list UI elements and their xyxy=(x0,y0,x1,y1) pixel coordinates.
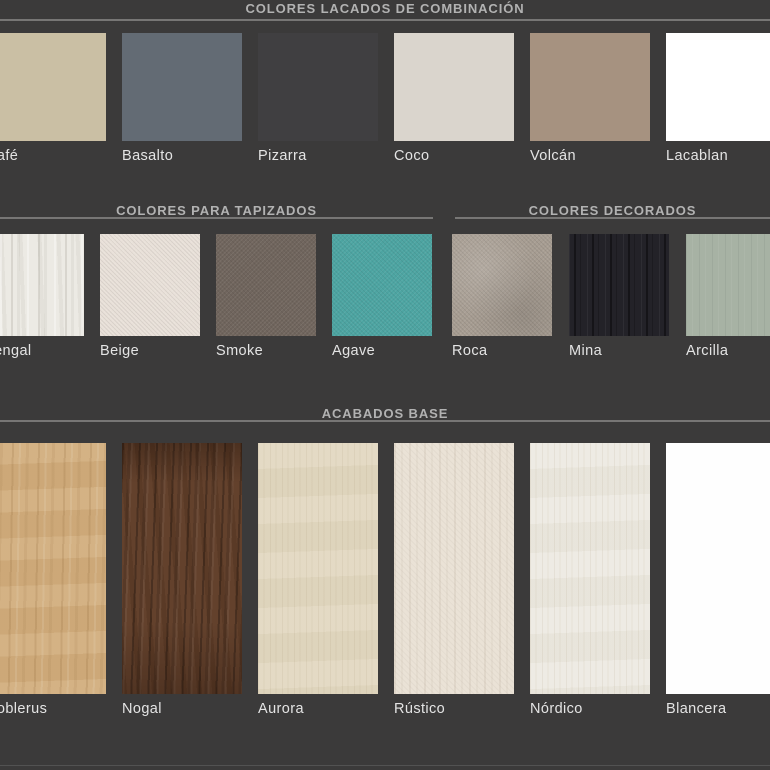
swatch-agave: Agave xyxy=(332,234,432,359)
swatch-label-pizarra: Pizarra xyxy=(258,148,378,164)
swatch-basalto: Basalto xyxy=(122,33,242,164)
swatch-bengal: Bengal xyxy=(0,234,84,359)
swatch-label-roblerus: Roblerus xyxy=(0,701,106,717)
swatch-tile-nogal xyxy=(122,443,242,694)
swatch-tile-cafe xyxy=(0,33,106,141)
swatch-label-nordico: Nórdico xyxy=(530,701,650,717)
swatch-coco: Coco xyxy=(394,33,514,164)
divider-decorados xyxy=(455,217,770,219)
swatch-roblerus: Roblerus xyxy=(0,443,106,717)
swatch-row-lacados: Café Basalto Pizarra Coco Volcán Lacabla… xyxy=(0,33,770,164)
swatch-label-blancera: Blancera xyxy=(666,701,770,717)
swatch-label-beige: Beige xyxy=(100,343,200,359)
swatch-label-cafe: Café xyxy=(0,148,106,164)
swatch-row-tapizados: Bengal Beige Smoke Agave xyxy=(0,234,432,359)
swatch-blancera: Blancera xyxy=(666,443,770,717)
swatch-tile-nordico xyxy=(530,443,650,694)
catalog-page: COLORES LACADOS DE COMBINACIÓN Café Basa… xyxy=(0,0,770,770)
section-title-acabados: ACABADOS BASE xyxy=(0,406,770,421)
swatch-volcan: Volcán xyxy=(530,33,650,164)
swatch-tile-blancera xyxy=(666,443,770,694)
divider-lacados xyxy=(0,19,770,21)
swatch-rustico: Rústico xyxy=(394,443,514,717)
swatch-label-volcan: Volcán xyxy=(530,148,650,164)
swatch-aurora: Aurora xyxy=(258,443,378,717)
swatch-tile-beige xyxy=(100,234,200,336)
swatch-tile-rustico xyxy=(394,443,514,694)
section-title-tapizados: COLORES PARA TAPIZADOS xyxy=(0,203,433,218)
swatch-tile-arcilla xyxy=(686,234,770,336)
swatch-tile-volcan xyxy=(530,33,650,141)
swatch-label-agave: Agave xyxy=(332,343,432,359)
swatch-label-basalto: Basalto xyxy=(122,148,242,164)
swatch-tile-agave xyxy=(332,234,432,336)
swatch-tile-bengal xyxy=(0,234,84,336)
divider-tapizados xyxy=(0,217,433,219)
swatch-mina: Mina xyxy=(569,234,669,359)
swatch-label-lacablan: Lacablan xyxy=(666,148,770,164)
swatch-label-aurora: Aurora xyxy=(258,701,378,717)
swatch-label-rustico: Rústico xyxy=(394,701,514,717)
swatch-tile-basalto xyxy=(122,33,242,141)
swatch-beige: Beige xyxy=(100,234,200,359)
swatch-row-acabados: Roblerus Nogal Aurora Rústico Nórdico Bl… xyxy=(0,443,770,717)
swatch-lacablan: Lacablan xyxy=(666,33,770,164)
swatch-nogal: Nogal xyxy=(122,443,242,717)
swatch-pizarra: Pizarra xyxy=(258,33,378,164)
swatch-tile-lacablan xyxy=(666,33,770,141)
swatch-nordico: Nórdico xyxy=(530,443,650,717)
divider-acabados xyxy=(0,420,770,422)
swatch-tile-roca xyxy=(452,234,552,336)
swatch-tile-aurora xyxy=(258,443,378,694)
swatch-label-nogal: Nogal xyxy=(122,701,242,717)
swatch-tile-coco xyxy=(394,33,514,141)
section-title-decorados: COLORES DECORADOS xyxy=(455,203,770,218)
section-title-lacados: COLORES LACADOS DE COMBINACIÓN xyxy=(0,1,770,16)
swatch-arcilla: Arcilla xyxy=(686,234,770,359)
bottom-divider xyxy=(0,765,770,766)
swatch-row-decorados: Roca Mina Arcilla xyxy=(452,234,770,359)
swatch-tile-smoke xyxy=(216,234,316,336)
swatch-label-bengal: Bengal xyxy=(0,343,84,359)
swatch-smoke: Smoke xyxy=(216,234,316,359)
swatch-label-roca: Roca xyxy=(452,343,552,359)
swatch-tile-roblerus xyxy=(0,443,106,694)
swatch-label-coco: Coco xyxy=(394,148,514,164)
swatch-label-mina: Mina xyxy=(569,343,669,359)
swatch-tile-pizarra xyxy=(258,33,378,141)
swatch-roca: Roca xyxy=(452,234,552,359)
swatch-label-arcilla: Arcilla xyxy=(686,343,770,359)
swatch-cafe: Café xyxy=(0,33,106,164)
swatch-label-smoke: Smoke xyxy=(216,343,316,359)
swatch-tile-mina xyxy=(569,234,669,336)
